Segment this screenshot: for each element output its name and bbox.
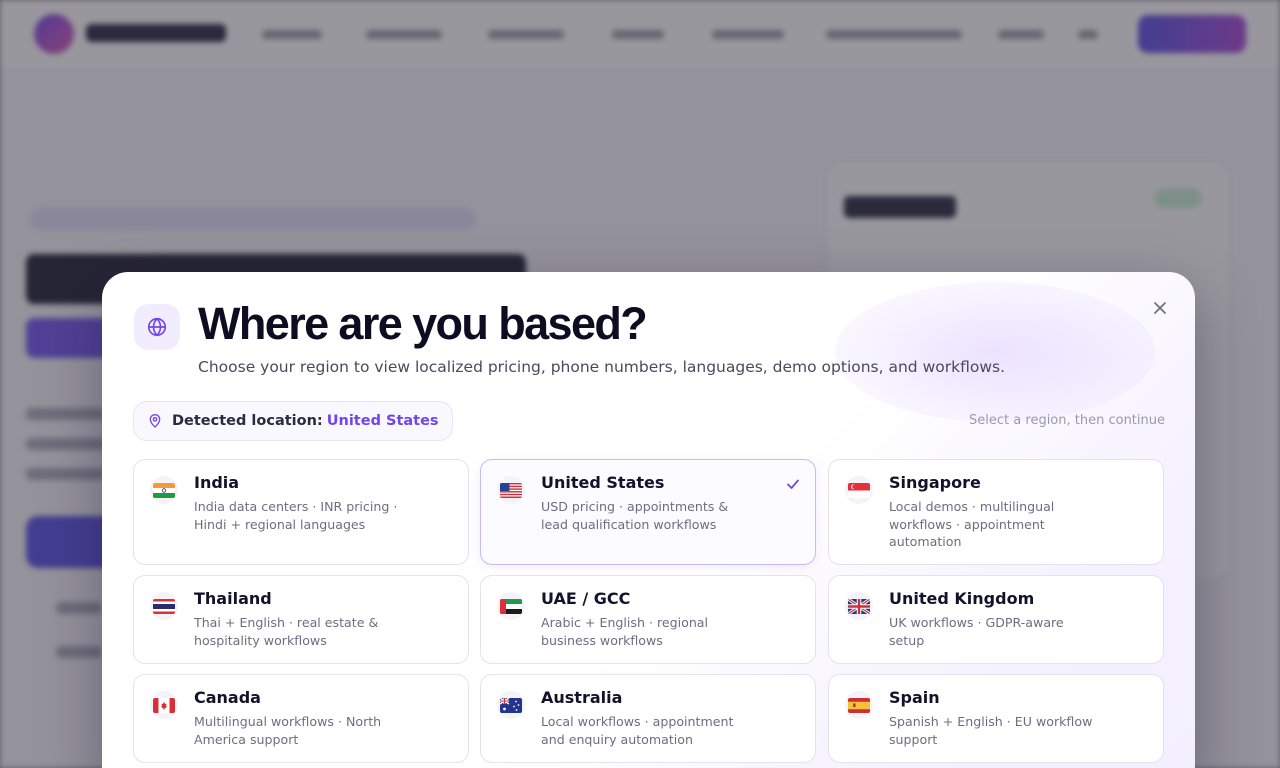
region-card-united-kingdom[interactable]: United Kingdom UK workflows · GDPR-aware… xyxy=(828,575,1164,664)
region-description: Local workflows · appointment and enquir… xyxy=(541,714,734,747)
spain-flag-icon xyxy=(845,691,873,719)
region-card-india[interactable]: India India data centers · INR pricing ·… xyxy=(133,459,469,565)
region-card-canada[interactable]: Canada Multilingual workflows · North Am… xyxy=(133,674,469,763)
close-button[interactable] xyxy=(1148,296,1172,320)
selection-hint: Select a region, then continue xyxy=(969,413,1165,428)
region-description: India data centers · INR pricing · Hindi… xyxy=(194,499,398,532)
region-card-united-states[interactable]: United States USD pricing · appointments… xyxy=(480,459,816,565)
region-name: UAE / GCC xyxy=(541,589,631,608)
region-description: USD pricing · appointments & lead qualif… xyxy=(541,499,729,532)
region-description: UK workflows · GDPR-aware setup xyxy=(889,615,1064,648)
region-description: Thai + English · real estate & hospitali… xyxy=(194,615,379,648)
region-description: Local demos · multilingual workflows · a… xyxy=(889,499,1055,549)
region-card-spain[interactable]: Spain Spanish + English · EU workflow su… xyxy=(828,674,1164,763)
singapore-flag-icon xyxy=(845,476,873,504)
check-icon xyxy=(787,479,799,489)
region-name: Spain xyxy=(889,688,940,707)
detected-location-badge: Detected location: United States xyxy=(133,401,453,441)
map-pin-icon xyxy=(149,414,161,428)
region-card-singapore[interactable]: Singapore Local demos · multilingual wor… xyxy=(828,459,1164,565)
region-name: Singapore xyxy=(889,473,981,492)
region-description: Spanish + English · EU workflow support xyxy=(889,714,1093,747)
uae-flag-icon xyxy=(497,592,525,620)
close-icon xyxy=(1154,302,1166,314)
region-name: Canada xyxy=(194,688,261,707)
region-card-uae-gcc[interactable]: UAE / GCC Arabic + English · regional bu… xyxy=(480,575,816,664)
region-card-thailand[interactable]: Thailand Thai + English · real estate & … xyxy=(133,575,469,664)
region-modal: Where are you based? Choose your region … xyxy=(102,272,1195,768)
thailand-flag-icon xyxy=(150,592,178,620)
globe-icon xyxy=(134,304,180,350)
uk-flag-icon xyxy=(845,592,873,620)
detected-location-label: Detected location: xyxy=(172,413,323,429)
us-flag-icon xyxy=(497,476,525,504)
modal-subtitle: Choose your region to view localized pri… xyxy=(198,358,1006,376)
modal-glow xyxy=(835,282,1155,422)
region-name: Thailand xyxy=(194,589,272,608)
canada-flag-icon xyxy=(150,691,178,719)
region-description: Arabic + English · regional business wor… xyxy=(541,615,709,648)
modal-title: Where are you based? xyxy=(198,298,648,349)
region-name: Australia xyxy=(541,688,623,707)
region-description: Multilingual workflows · North America s… xyxy=(194,714,382,747)
region-name: India xyxy=(194,473,240,492)
region-name: United Kingdom xyxy=(889,589,1035,608)
region-name: United States xyxy=(541,473,665,492)
detected-location-value: United States xyxy=(326,413,439,429)
india-flag-icon xyxy=(150,476,178,504)
region-card-australia[interactable]: Australia Local workflows · appointment … xyxy=(480,674,816,763)
australia-flag-icon xyxy=(497,691,525,719)
